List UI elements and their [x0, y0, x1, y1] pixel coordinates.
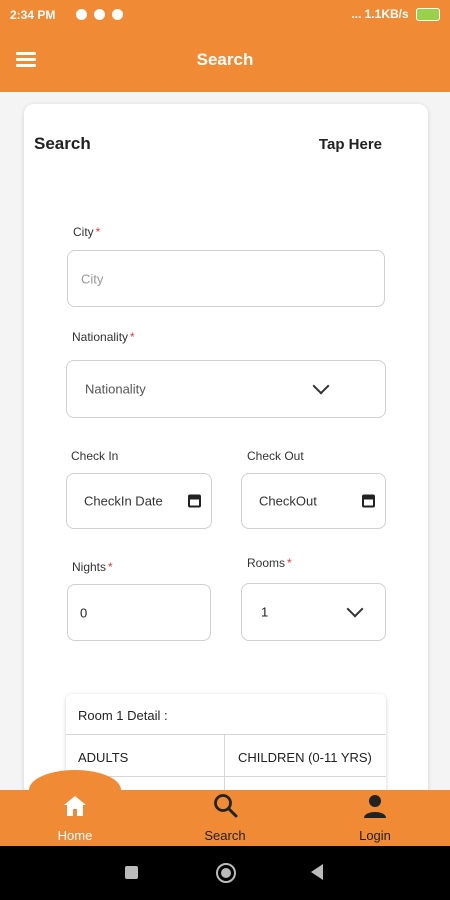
rooms-select[interactable]: 1 — [241, 583, 386, 641]
adults-header: ADULTS — [78, 750, 129, 765]
city-placeholder: City — [81, 271, 104, 286]
room-detail-title: Room 1 Detail : — [78, 708, 168, 723]
app-bar: Search — [0, 30, 450, 92]
checkout-value: CheckOut — [259, 493, 317, 509]
bottom-nav: Home Search Login — [0, 790, 450, 846]
checkout-date-field[interactable]: CheckOut — [241, 473, 386, 529]
status-time: 2:34 PM — [10, 8, 56, 22]
nationality-label: Nationality * — [72, 330, 135, 344]
nav-login-label: Login — [359, 828, 391, 843]
chevron-down-icon — [312, 377, 330, 395]
user-icon — [364, 795, 386, 818]
facebook-icon — [94, 9, 105, 20]
required-mark: * — [108, 560, 113, 574]
nights-value: 0 — [80, 605, 88, 620]
search-icon — [214, 794, 238, 818]
rooms-label: Rooms * — [247, 556, 292, 570]
checkin-value: CheckIn Date — [84, 493, 163, 509]
status-bar: 2:34 PM ... 1.1KB/s — [0, 0, 450, 30]
chevron-down-icon — [346, 600, 364, 618]
city-input[interactable]: City — [67, 250, 385, 307]
required-mark: * — [130, 330, 135, 344]
nights-label: Nights * — [72, 560, 113, 574]
nav-home-label: Home — [57, 828, 93, 843]
calendar-icon[interactable] — [362, 494, 375, 508]
facebook-icon — [112, 9, 123, 20]
checkin-date-field[interactable]: CheckIn Date — [66, 473, 212, 529]
card-title: Search — [34, 134, 91, 153]
rooms-value: 1 — [261, 604, 269, 620]
nav-search-label: Search — [204, 828, 246, 843]
search-card: Search Tap Here City * City Nationality * … — [24, 104, 428, 824]
system-nav-bar — [0, 846, 450, 900]
nights-input[interactable]: 0 — [67, 584, 211, 641]
recents-icon[interactable] — [125, 866, 138, 879]
battery-icon — [416, 8, 440, 22]
nationality-select[interactable]: Nationality — [66, 360, 386, 418]
nav-home[interactable]: Home — [25, 790, 125, 846]
home-button-icon[interactable] — [216, 863, 236, 883]
back-icon[interactable] — [311, 864, 323, 880]
required-mark: * — [95, 225, 101, 239]
nav-search[interactable]: Search — [175, 790, 275, 846]
page-title: Search — [196, 50, 254, 69]
tap-here-button[interactable]: Tap Here — [319, 136, 382, 153]
required-mark: * — [287, 556, 292, 570]
table-divider — [66, 776, 386, 777]
home-icon — [64, 796, 86, 816]
nationality-value: Nationality — [85, 381, 146, 397]
nav-login[interactable]: Login — [325, 790, 425, 846]
checkout-label: Check Out — [247, 449, 304, 463]
checkin-label: Check In — [71, 449, 119, 463]
network-speed: ... 1.1KB/s — [351, 7, 409, 21]
calendar-icon[interactable] — [188, 494, 201, 508]
children-header: CHILDREN (0-11 YRS) — [238, 750, 372, 765]
status-right: ... 1.1KB/s — [351, 7, 440, 22]
notification-icon — [76, 9, 87, 20]
table-divider — [66, 734, 386, 735]
city-label: City * — [73, 225, 101, 239]
